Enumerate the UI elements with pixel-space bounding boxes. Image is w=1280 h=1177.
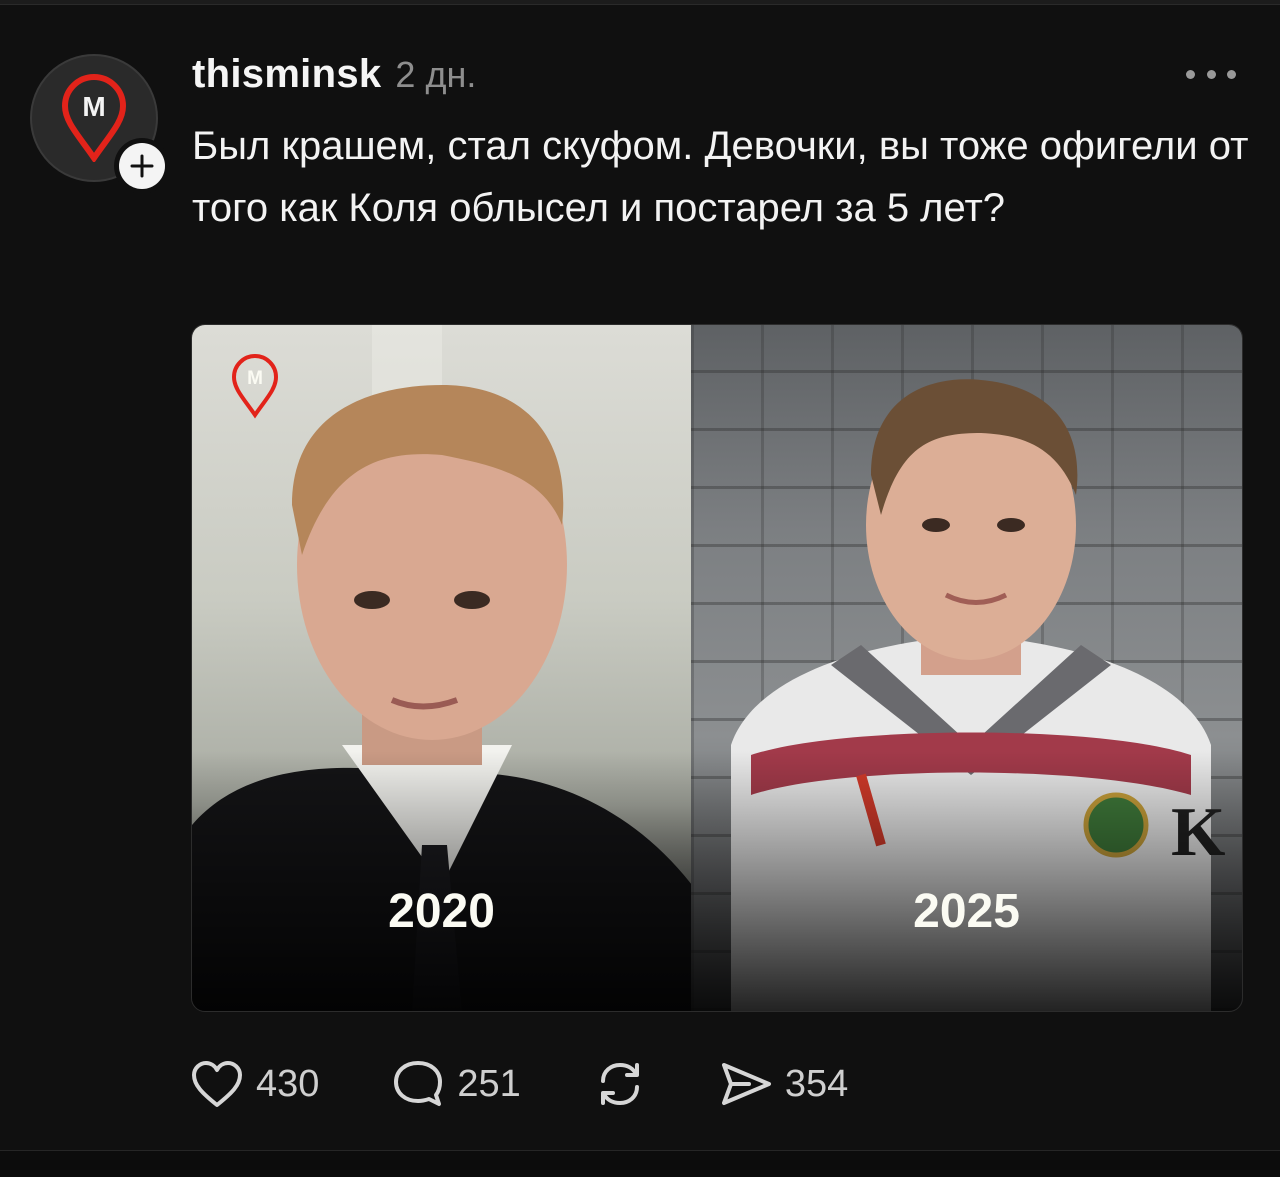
action-bar: 430 251 354 xyxy=(190,1056,920,1112)
repost-button[interactable] xyxy=(593,1057,647,1111)
avatar-letter: M xyxy=(82,91,105,122)
comment-bubble-icon xyxy=(394,1061,443,1106)
send-icon xyxy=(721,1063,771,1105)
comment-button[interactable]: 251 xyxy=(391,1058,521,1110)
more-options-button[interactable] xyxy=(1186,62,1236,86)
year-label-left: 2020 xyxy=(388,885,495,938)
top-divider xyxy=(0,0,1280,5)
username[interactable]: thisminsk xyxy=(192,52,381,97)
watermark-logo-icon: M xyxy=(231,354,279,419)
photo-fade xyxy=(691,751,1242,1011)
post-text: Был крашем, стал скуфом. Девочки, вы тож… xyxy=(192,124,1249,230)
heart-icon xyxy=(192,1061,242,1107)
timestamp: 2 дн. xyxy=(395,54,477,95)
follow-button[interactable] xyxy=(114,138,170,194)
share-button[interactable]: 354 xyxy=(719,1059,848,1109)
photo-fade xyxy=(192,751,692,1011)
photo-2025: K 2025 xyxy=(691,325,1242,1011)
repost-icon xyxy=(600,1062,639,1106)
year-label-right: 2025 xyxy=(913,885,1020,938)
like-count: 430 xyxy=(256,1062,320,1105)
avatar-container[interactable]: M xyxy=(30,54,170,194)
watermark-letter: M xyxy=(247,368,263,389)
plus-icon xyxy=(130,154,154,178)
comment-count: 251 xyxy=(457,1062,521,1105)
like-button[interactable]: 430 xyxy=(190,1059,319,1109)
post-image[interactable]: M 2020 K 2025 xyxy=(191,324,1243,1012)
photo-2020: M 2020 xyxy=(192,325,692,1011)
more-horizontal-icon xyxy=(1186,69,1195,79)
share-count: 354 xyxy=(784,1062,849,1105)
post-header: thisminsk 2 дн. xyxy=(192,52,476,100)
bottom-divider xyxy=(0,1150,1280,1177)
